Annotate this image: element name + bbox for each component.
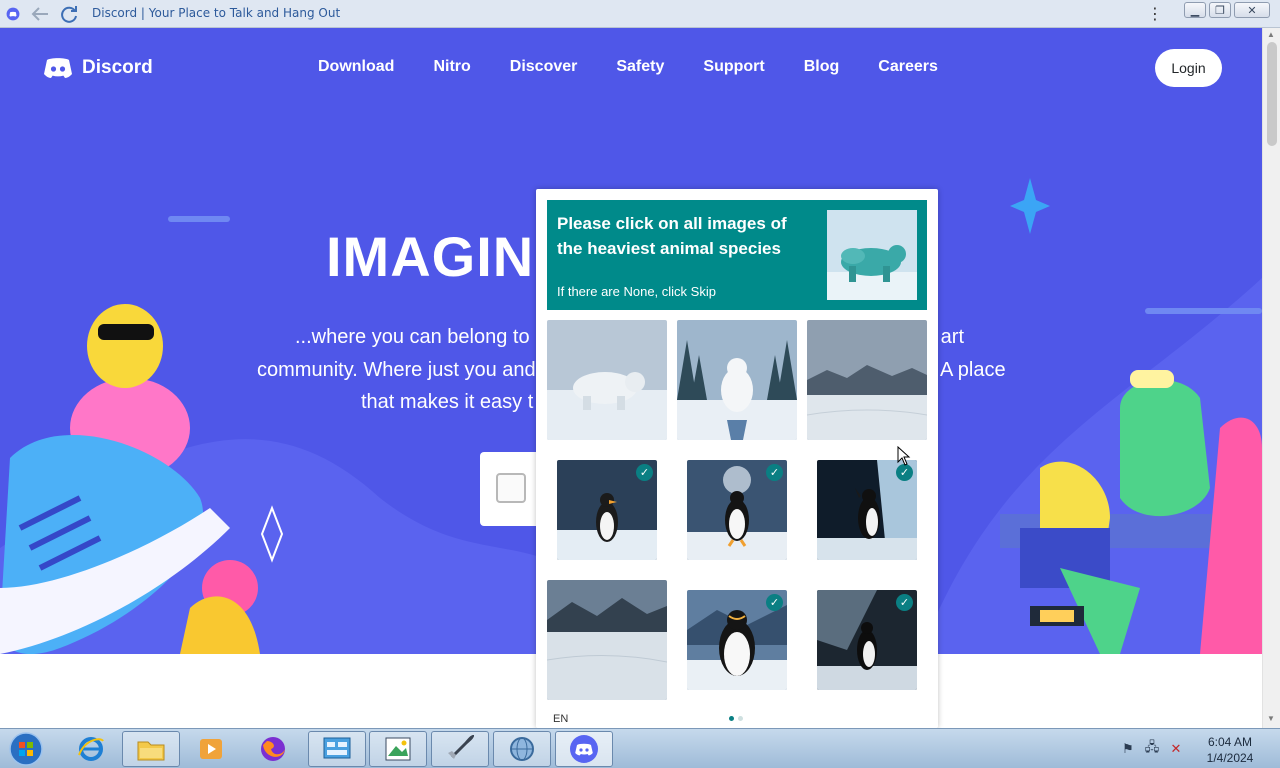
selected-check-icon: ✓ — [766, 594, 783, 611]
back-arrow-icon[interactable] — [30, 4, 50, 24]
hero-subline-3-left: that makes it easy t — [361, 391, 534, 413]
firefox-icon[interactable] — [244, 731, 302, 767]
restore-button[interactable]: ❐ — [1209, 2, 1231, 18]
captcha-tile-5[interactable]: ✓ — [687, 460, 787, 560]
menu-kebab-icon[interactable]: ⋮ — [1147, 4, 1163, 24]
flag-icon[interactable]: ⚑ — [1120, 741, 1136, 757]
nav-careers[interactable]: Careers — [878, 58, 938, 76]
captcha-tile-4[interactable]: ✓ — [557, 460, 657, 560]
system-tray: ⚑ 🖧 ✕ — [1120, 739, 1184, 757]
media-player-icon[interactable] — [182, 731, 240, 767]
selected-check-icon: ✓ — [896, 594, 913, 611]
taskbar-clock[interactable]: 6:04 AM 1/4/2024 — [1200, 734, 1260, 766]
nav-discover[interactable]: Discover — [510, 58, 578, 76]
selected-check-icon: ✓ — [896, 464, 913, 481]
browser-titlebar: Discord | Your Place to Talk and Hang Ou… — [0, 0, 1280, 28]
captcha-tile-1[interactable] — [547, 320, 667, 440]
scroll-up-icon[interactable]: ▲ — [1267, 30, 1275, 39]
minimize-button[interactable]: ▁ — [1184, 2, 1206, 18]
clock-time: 6:04 AM — [1207, 735, 1253, 749]
hero-subline-1-left: ...where you can belong to a — [295, 326, 547, 348]
page-scrollbar[interactable]: ▲ ▼ — [1262, 28, 1280, 728]
image-viewer-icon[interactable] — [369, 731, 427, 767]
discord-taskbar-icon[interactable] — [555, 731, 613, 767]
network-icon[interactable]: 🖧 — [1144, 739, 1160, 757]
page-dot[interactable] — [738, 716, 743, 721]
captcha-tile-3[interactable] — [807, 320, 927, 440]
selected-check-icon: ✓ — [636, 464, 653, 481]
hero-subline-2-right: A place — [940, 359, 1006, 381]
captcha-checkbox[interactable] — [496, 473, 526, 503]
captcha-example-image — [827, 210, 917, 300]
nav-nitro[interactable]: Nitro — [433, 58, 470, 76]
volume-muted-icon[interactable]: ✕ — [1168, 741, 1184, 757]
clock-date: 1/4/2024 — [1206, 751, 1254, 765]
mouse-cursor-icon — [897, 446, 911, 466]
control-panel-icon[interactable] — [308, 731, 366, 767]
windows-taskbar: ⚑ 🖧 ✕ 6:04 AM 1/4/2024 — [0, 728, 1280, 768]
captcha-tile-6[interactable]: ✓ — [817, 460, 917, 560]
rocket-app-icon[interactable] — [431, 731, 489, 767]
internet-explorer-icon[interactable] — [62, 731, 120, 767]
scroll-down-icon[interactable]: ▼ — [1267, 714, 1275, 723]
captcha-prompt-subtext: If there are None, click Skip — [557, 284, 716, 299]
captcha-tile-8[interactable]: ✓ — [687, 590, 787, 690]
close-window-button[interactable]: ✕ — [1234, 2, 1270, 18]
captcha-prompt-text: Please click on all images of the heavie… — [557, 214, 787, 258]
captcha-tile-2[interactable] — [677, 320, 797, 440]
tab-title: Discord | Your Place to Talk and Hang Ou… — [92, 6, 341, 20]
nav-safety[interactable]: Safety — [616, 58, 664, 76]
discord-logo-icon — [44, 58, 72, 78]
scroll-thumb[interactable] — [1267, 42, 1277, 146]
page-dot-active[interactable] — [729, 716, 734, 721]
network-globe-icon[interactable] — [493, 731, 551, 767]
file-explorer-icon[interactable] — [122, 731, 180, 767]
hero-headline: IMAGIN — [326, 225, 535, 288]
login-button[interactable]: Login — [1155, 49, 1222, 87]
main-nav: Download Nitro Discover Safety Support B… — [318, 58, 977, 76]
nav-support[interactable]: Support — [703, 58, 764, 76]
captcha-prompt-banner: Please click on all images of the heavie… — [547, 200, 927, 310]
selected-check-icon: ✓ — [766, 464, 783, 481]
captcha-tile-9[interactable]: ✓ — [817, 590, 917, 690]
logo-text: Discord — [82, 57, 153, 78]
hero-subline-2-left: community. Where just you and — [257, 359, 536, 381]
nav-blog[interactable]: Blog — [804, 58, 840, 76]
captcha-challenge-panel: Please click on all images of the heavie… — [536, 189, 938, 728]
nav-download[interactable]: Download — [318, 58, 394, 76]
captcha-tile-7[interactable] — [547, 580, 667, 700]
discord-favicon-icon — [4, 4, 22, 24]
captcha-language[interactable]: EN — [553, 713, 568, 725]
reload-icon[interactable] — [58, 4, 80, 24]
discord-logo[interactable]: Discord — [42, 56, 153, 80]
start-button[interactable] — [0, 731, 52, 767]
